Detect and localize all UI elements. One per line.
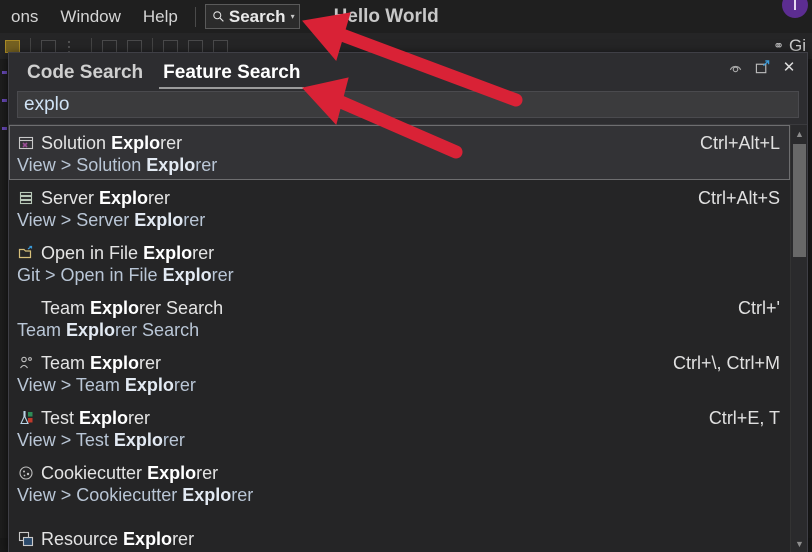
scrollbar-thumb[interactable] (793, 144, 806, 257)
result-row[interactable]: Solution Explorer Ctrl+Alt+L View > Soluti… (9, 125, 790, 180)
result-path: View > Cookiecutter Explorer (17, 484, 254, 505)
save-icon[interactable] (41, 39, 56, 53)
result-title: Team Explorer Search (41, 297, 224, 318)
server-explorer-icon (17, 190, 34, 206)
search-icon (213, 11, 224, 22)
dialog-actions: ✕ (727, 59, 797, 75)
tab-code-search[interactable]: Code Search (17, 62, 153, 88)
user-avatar[interactable] (782, 0, 808, 18)
scroll-down-arrow[interactable]: ▼ (791, 535, 807, 552)
open-file-icon[interactable] (5, 39, 20, 53)
result-path: View > Solution Explorer (17, 154, 218, 175)
menu-item-window[interactable]: Window (49, 0, 131, 33)
platform-icon[interactable] (213, 39, 228, 53)
test-explorer-icon (17, 410, 34, 426)
results-list: Solution Explorer Ctrl+Alt+L View > Soluti… (9, 125, 790, 552)
result-title: Cookiecutter Explorer (41, 462, 219, 483)
result-row[interactable]: Cookiecutter Explorer View > Cookiecutter… (9, 455, 790, 510)
result-shortcut: Ctrl+' (738, 297, 780, 318)
tab-feature-search[interactable]: Feature Search (153, 62, 310, 89)
result-path: Git > Open in File Explorer (17, 264, 234, 285)
results-area: Solution Explorer Ctrl+Alt+L View > Soluti… (9, 124, 807, 552)
cookiecutter-icon (17, 465, 34, 481)
dock-float-icon[interactable] (754, 59, 770, 75)
help-icon[interactable] (727, 59, 743, 75)
gutter-marker (2, 99, 7, 102)
results-scrollbar[interactable]: ▲ ▼ (790, 125, 807, 552)
result-title: Open in File Explorer (41, 242, 215, 263)
config-icon[interactable] (188, 39, 203, 53)
result-path: Team Explorer Search (17, 319, 200, 340)
redo-icon[interactable] (127, 39, 142, 53)
no-icon-spacer (17, 300, 34, 316)
open-folder-icon (17, 245, 34, 261)
solution-explorer-icon (17, 135, 34, 151)
overflow-icon[interactable] (66, 39, 81, 53)
result-path: View > Team Explorer (17, 374, 196, 395)
gutter-marker (2, 71, 7, 74)
feature-search-input[interactable] (17, 91, 799, 118)
close-icon[interactable]: ✕ (781, 59, 797, 75)
feature-search-dialog: Code Search Feature Search ✕ explo Solut… (8, 52, 808, 552)
team-explorer-icon (17, 355, 34, 371)
scroll-up-arrow[interactable]: ▲ (791, 125, 807, 142)
result-title: Resource Explorer (41, 528, 195, 549)
dialog-search-row (9, 88, 807, 124)
result-row[interactable]: Resource Explorer (9, 510, 790, 552)
result-title: Server Explorer (41, 187, 171, 208)
result-shortcut: Ctrl+E, T (708, 407, 780, 428)
result-row[interactable]: Open in File Explorer Git > Open in File … (9, 235, 790, 290)
document-title: Hello World (333, 5, 439, 27)
result-row[interactable]: Test Explorer Ctrl+E, T View > Test Explor… (9, 400, 790, 455)
start-debug-icon[interactable] (163, 39, 178, 53)
result-title: Test Explorer (41, 407, 151, 428)
search-button[interactable]: Search ▾ (204, 4, 300, 29)
menu-divider (194, 6, 196, 27)
result-row[interactable]: Team Explorer Ctrl+\, Ctrl+M View > Team E… (9, 345, 790, 400)
result-title: Team Explorer (41, 352, 162, 373)
result-shortcut: Ctrl+Alt+L (699, 132, 780, 153)
result-shortcut: Ctrl+\, Ctrl+M (672, 352, 780, 373)
menu-bar: ons Window Help Search ▾ Hello World (0, 0, 812, 33)
resource-explorer-icon (17, 531, 34, 547)
dialog-header: Code Search Feature Search ✕ (9, 53, 807, 89)
menu-item-tools[interactable]: ons (0, 0, 49, 33)
result-row[interactable]: Server Explorer Ctrl+Alt+S View > Server E… (9, 180, 790, 235)
result-row[interactable]: Team Explorer Search Ctrl+' Team Explorer … (9, 290, 790, 345)
menu-item-help[interactable]: Help (132, 0, 189, 33)
undo-icon[interactable] (102, 39, 117, 53)
gutter-marker (2, 127, 7, 130)
search-button-label: Search (228, 6, 286, 26)
result-path: View > Test Explorer (17, 429, 185, 450)
result-shortcut: Ctrl+Alt+S (697, 187, 780, 208)
result-title: Solution Explorer (41, 132, 183, 153)
chevron-down-icon[interactable]: ▾ (291, 12, 295, 21)
result-path: View > Server Explorer (17, 209, 206, 230)
screen: ⚭ Gi ons Window Help Search ▾ Hello Worl… (0, 0, 812, 552)
